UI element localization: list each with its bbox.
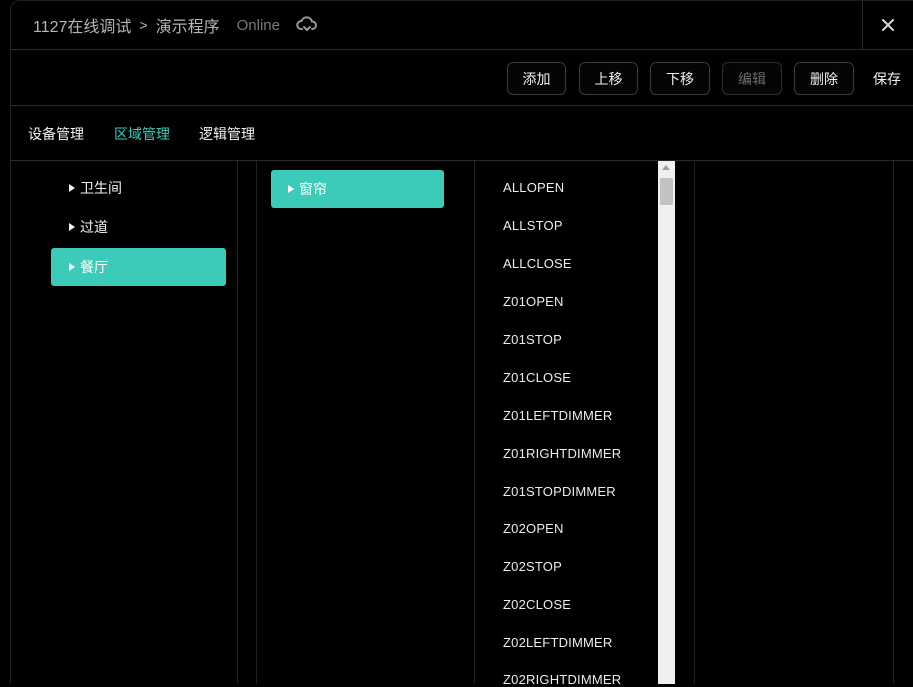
- title-bar: 1127在线调试 > 演示程序 Online: [10, 0, 913, 50]
- edit-button[interactable]: 编辑: [722, 62, 782, 95]
- close-button[interactable]: [862, 0, 913, 50]
- command-item[interactable]: Z01STOP: [503, 332, 562, 347]
- device-panel: 窗帘: [256, 161, 475, 684]
- area-item-corridor[interactable]: 过道: [51, 208, 226, 246]
- command-list-scrollbar[interactable]: [658, 161, 675, 684]
- move-up-button[interactable]: 上移: [579, 62, 638, 95]
- device-item-curtain[interactable]: 窗帘: [271, 170, 444, 208]
- delete-button[interactable]: 删除: [794, 62, 854, 95]
- move-down-button[interactable]: 下移: [650, 62, 710, 95]
- tab-area-management[interactable]: 区域管理: [114, 124, 170, 144]
- tab-logic-management[interactable]: 逻辑管理: [199, 124, 255, 144]
- area-item-label: 过道: [80, 219, 108, 235]
- breadcrumb-separator: >: [139, 17, 148, 33]
- expand-arrow-icon: [288, 185, 294, 193]
- command-item[interactable]: Z01LEFTDIMMER: [503, 408, 613, 423]
- tab-device-management[interactable]: 设备管理: [28, 124, 84, 144]
- command-item[interactable]: ALLSTOP: [503, 218, 563, 233]
- command-item[interactable]: Z01OPEN: [503, 294, 564, 309]
- connection-status: Online: [236, 16, 280, 34]
- command-item[interactable]: Z02STOP: [503, 559, 562, 574]
- command-item[interactable]: Z02OPEN: [503, 521, 564, 536]
- expand-arrow-icon: [69, 223, 75, 231]
- command-item[interactable]: Z02RIGHTDIMMER: [503, 672, 621, 687]
- command-item[interactable]: Z01RIGHTDIMMER: [503, 446, 621, 461]
- command-item[interactable]: ALLOPEN: [503, 180, 564, 195]
- command-item[interactable]: ALLCLOSE: [503, 256, 572, 271]
- cloud-sync-icon[interactable]: [296, 16, 318, 34]
- breadcrumb-project[interactable]: 1127在线调试: [33, 13, 131, 37]
- device-item-label: 窗帘: [299, 181, 327, 197]
- expand-arrow-icon: [69, 263, 75, 271]
- scrollbar-thumb[interactable]: [660, 178, 673, 205]
- scroll-up-arrow-icon[interactable]: [662, 165, 670, 170]
- close-icon: [882, 19, 894, 31]
- tab-bar: 设备管理 区域管理 逻辑管理: [10, 106, 913, 161]
- area-item-label: 卫生间: [80, 180, 122, 196]
- breadcrumb-program: 演示程序: [155, 19, 220, 36]
- area-item-label: 餐厅: [80, 259, 108, 275]
- command-item[interactable]: Z01CLOSE: [503, 370, 571, 385]
- toolbar: 添加 上移 下移 编辑 删除 保存: [10, 50, 913, 106]
- command-item[interactable]: Z01STOPDIMMER: [503, 484, 616, 499]
- command-item[interactable]: Z02LEFTDIMMER: [503, 635, 613, 650]
- add-button[interactable]: 添加: [507, 62, 566, 95]
- breadcrumb: 1127在线调试 > 演示程序 Online: [33, 13, 318, 37]
- detail-panel: [694, 161, 894, 684]
- command-item[interactable]: Z02CLOSE: [503, 597, 571, 612]
- save-button[interactable]: 保存: [873, 62, 901, 95]
- area-item-dining-room[interactable]: 餐厅: [51, 248, 226, 286]
- expand-arrow-icon: [69, 184, 75, 192]
- command-list: ALLOPEN ALLSTOP ALLCLOSE Z01OPEN Z01STOP…: [475, 161, 676, 687]
- area-panel: 卫生间 过道 餐厅: [10, 161, 238, 684]
- area-item-bathroom[interactable]: 卫生间: [51, 169, 226, 207]
